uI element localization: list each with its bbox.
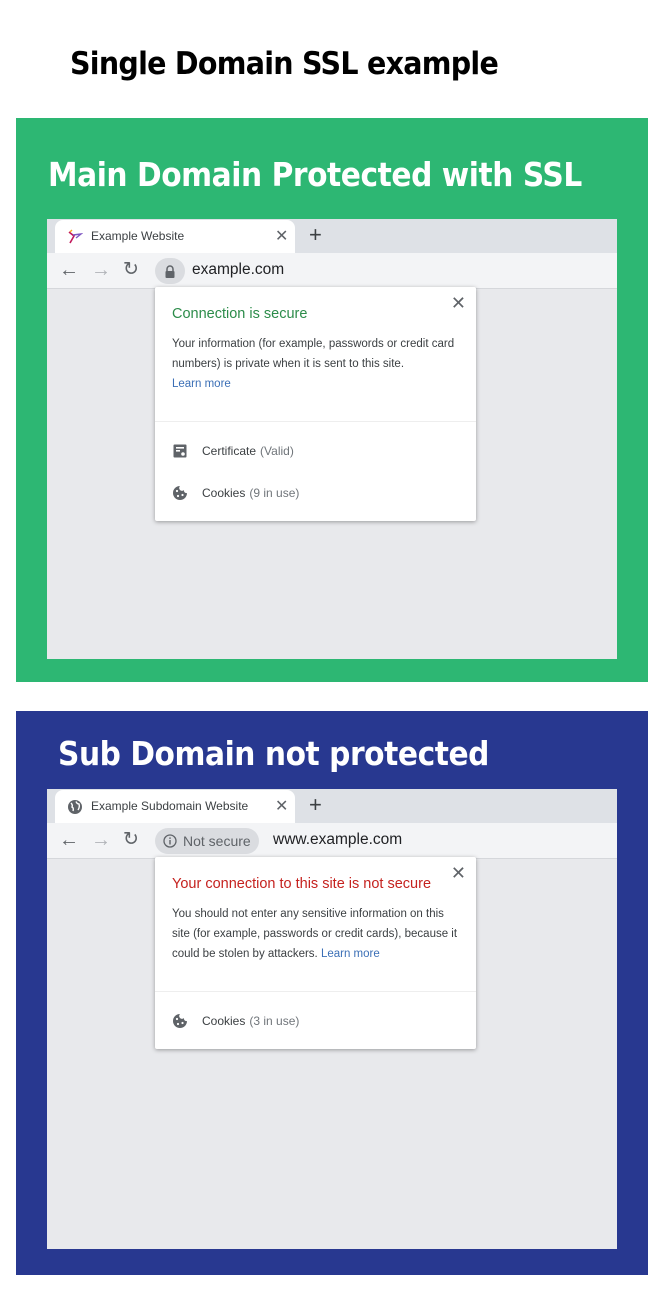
not-secure-label: Not secure — [183, 833, 251, 849]
browser-toolbar: ← → ↻ example.com — [47, 253, 617, 289]
learn-more-link[interactable]: Learn more — [321, 948, 380, 960]
address-bar[interactable]: example.com — [192, 261, 284, 279]
reload-button[interactable]: ↻ — [123, 259, 139, 281]
reload-button[interactable]: ↻ — [123, 829, 139, 851]
info-icon — [163, 834, 177, 848]
main-domain-heading: Main Domain Protected with SSL — [48, 155, 582, 194]
connection-status-description: You should not enter any sensitive infor… — [172, 904, 462, 964]
cookies-row[interactable]: Cookies (9 in use) — [172, 485, 299, 501]
new-tab-button[interactable]: + — [309, 792, 322, 818]
cookie-icon — [173, 486, 187, 500]
back-button[interactable]: ← — [59, 829, 79, 851]
cookies-count: (3 in use) — [249, 1014, 300, 1028]
learn-more-link[interactable]: Learn more — [172, 378, 231, 390]
globe-icon — [68, 800, 82, 814]
browser-tab[interactable]: Example Website ✕ — [55, 220, 295, 253]
sub-domain-panel: Sub Domain not protected Example Subdoma… — [16, 711, 648, 1275]
forward-button[interactable]: → — [91, 829, 111, 851]
close-icon[interactable]: ✕ — [451, 863, 466, 884]
back-button[interactable]: ← — [59, 259, 79, 281]
page-title: Single Domain SSL example — [70, 46, 499, 82]
cookies-row[interactable]: Cookies (3 in use) — [172, 1013, 299, 1029]
lock-icon — [165, 264, 175, 278]
connection-status-heading: Connection is secure — [172, 306, 308, 322]
browser-toolbar: ← → ↻ Not secure www.example.com — [47, 823, 617, 859]
cookie-icon — [173, 1014, 187, 1028]
browser-window: Example Subdomain Website ✕ + ← → ↻ Not … — [47, 789, 617, 1249]
connection-status-description: Your information (for example, passwords… — [172, 334, 462, 394]
certificate-row[interactable]: Certificate (Valid) — [172, 443, 294, 459]
certificate-label: Certificate — [202, 444, 257, 458]
certificate-status: (Valid) — [260, 444, 294, 458]
tab-strip: Example Website ✕ + — [47, 219, 617, 253]
site-info-popup: ✕ Your connection to this site is not se… — [155, 857, 476, 1049]
cookies-count: (9 in use) — [249, 486, 300, 500]
site-info-popup: ✕ Connection is secure Your information … — [155, 287, 476, 521]
site-info-button[interactable] — [155, 258, 185, 284]
bird-logo-icon — [68, 229, 83, 244]
connection-status-heading: Your connection to this site is not secu… — [172, 876, 432, 892]
browser-tab[interactable]: Example Subdomain Website ✕ — [55, 790, 295, 823]
forward-button[interactable]: → — [91, 259, 111, 281]
browser-window: Example Website ✕ + ← → ↻ example.com ✕ … — [47, 219, 617, 659]
certificate-icon — [173, 444, 187, 458]
tab-strip: Example Subdomain Website ✕ + — [47, 789, 617, 823]
divider — [155, 991, 476, 992]
divider — [155, 421, 476, 422]
main-domain-panel: Main Domain Protected with SSL Example W… — [16, 118, 648, 682]
address-bar[interactable]: www.example.com — [273, 831, 402, 849]
tab-close-icon[interactable]: ✕ — [275, 796, 288, 816]
description-text: Your information (for example, passwords… — [172, 338, 455, 370]
cookies-label: Cookies — [202, 486, 246, 500]
site-info-button[interactable]: Not secure — [155, 828, 259, 854]
new-tab-button[interactable]: + — [309, 222, 322, 248]
sub-domain-heading: Sub Domain not protected — [58, 734, 489, 773]
close-icon[interactable]: ✕ — [451, 293, 466, 314]
description-text: You should not enter any sensitive infor… — [172, 908, 458, 960]
tab-title: Example Subdomain Website — [91, 799, 249, 813]
cookies-label: Cookies — [202, 1014, 246, 1028]
tab-close-icon[interactable]: ✕ — [275, 226, 288, 246]
tab-title: Example Website — [91, 229, 185, 243]
